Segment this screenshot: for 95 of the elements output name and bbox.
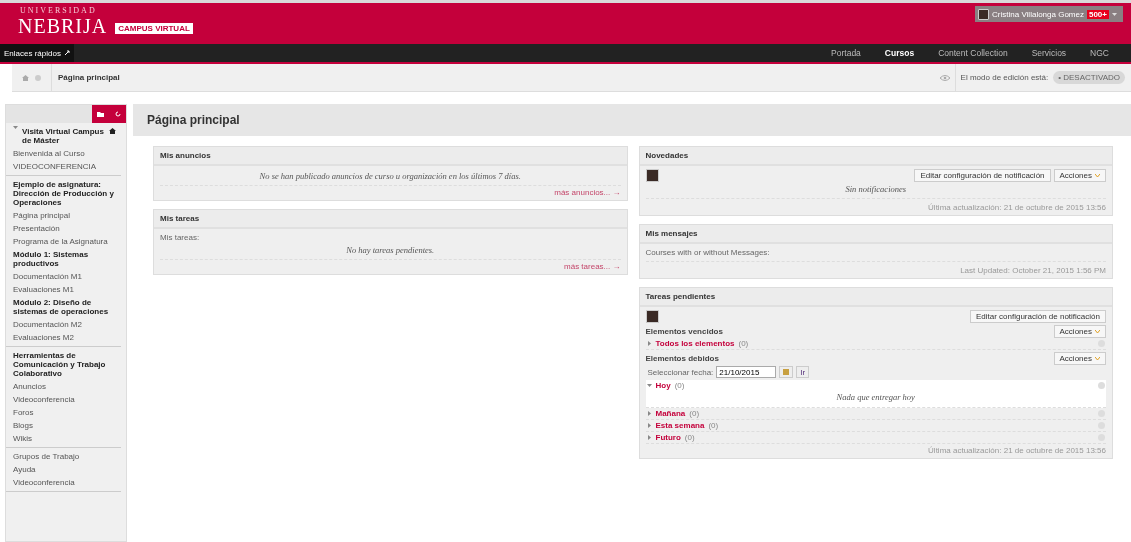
actions-button[interactable]: Acciones: [1053, 169, 1106, 182]
nav-tab[interactable]: Cursos: [872, 44, 927, 62]
notification-settings-button[interactable]: Editar configuración de notificación: [914, 169, 1051, 182]
section-title: Elementos debidos: [645, 354, 719, 363]
caret-icon: [13, 125, 18, 130]
module-intro: Courses with or without Messages:: [645, 247, 771, 259]
task-group-link[interactable]: Esta semana: [655, 421, 705, 430]
menu-link[interactable]: Evaluaciones M2: [13, 331, 116, 344]
go-button[interactable]: Ir: [796, 366, 810, 378]
date-label: Seleccionar fecha:: [647, 366, 714, 378]
empty-message: No hay tareas pendientes.: [345, 244, 436, 257]
empty-message: Nada que entregar hoy: [835, 391, 916, 404]
circle-icon[interactable]: [1098, 382, 1105, 389]
menu-heading[interactable]: Ejemplo de asignatura: Dirección de Producción y Operaciones: [13, 178, 116, 209]
menu-link[interactable]: Presentación: [13, 222, 116, 235]
edit-mode-label: El modo de edición está:: [954, 63, 1049, 92]
eye-icon: [939, 74, 950, 81]
logo-tag: CAMPUS VIRTUAL: [115, 22, 193, 34]
caret-icon: [646, 435, 652, 440]
empty-message: Sin notificaciones: [844, 183, 908, 196]
menu-link[interactable]: Evaluaciones M1: [13, 283, 116, 296]
quick-links[interactable]: Enlaces rápidos: [0, 44, 74, 62]
last-updated: Última actualización: 21 de octubre de 2015 13:56: [928, 202, 1106, 212]
folder-icon[interactable]: [97, 111, 105, 117]
task-group-link[interactable]: Futuro: [655, 433, 681, 442]
task-count: (0): [684, 433, 695, 442]
more-link[interactable]: más anuncios... →: [554, 188, 621, 197]
nav-tab[interactable]: Servicios: [1019, 44, 1079, 62]
more-link[interactable]: más tareas... →: [564, 262, 621, 271]
task-group-link[interactable]: Mañana: [655, 409, 686, 418]
chevron-icon: [1095, 356, 1100, 361]
task-row[interactable]: Futuro (0): [645, 432, 1106, 444]
user-menu[interactable]: Cristina Villalonga Gomez 500+: [975, 6, 1123, 22]
dropdown-icon: [1112, 12, 1117, 16]
task-row[interactable]: Hoy (0) Nada que entregar hoy: [645, 380, 1106, 408]
menu-link[interactable]: Bienvenida al Curso: [13, 147, 116, 160]
menu-link[interactable]: Grupos de Trabajo: [13, 450, 116, 463]
menu-link[interactable]: Videoconferencia: [13, 476, 116, 489]
task-row[interactable]: Mañana (0): [645, 408, 1106, 420]
actions-button[interactable]: Acciones: [1053, 325, 1106, 338]
menu-link[interactable]: VIDEOCONFERENCIA: [13, 160, 116, 173]
menu-heading[interactable]: Módulo 1: Sistemas productivos: [13, 248, 116, 270]
avatar-placeholder: [645, 310, 659, 323]
last-updated: Last Updated: October 21, 2015 1:56 PM: [960, 265, 1106, 275]
course-title[interactable]: Visita Virtual Campus de Máster: [22, 125, 105, 147]
actions-button[interactable]: Acciones: [1053, 352, 1106, 365]
task-count: (0): [738, 339, 749, 348]
menu-link[interactable]: Documentación M1: [13, 270, 116, 283]
avatar-placeholder: [645, 169, 659, 182]
refresh-icon[interactable]: [114, 111, 121, 117]
nav-tab[interactable]: Content Collection: [926, 44, 1020, 62]
module-intro: Mis tareas:: [160, 232, 201, 243]
last-updated: Última actualización: 21 de octubre de 2015 13:56: [927, 445, 1106, 455]
task-group-link[interactable]: Todos los elementos: [655, 339, 735, 348]
task-count: (0): [674, 381, 685, 390]
menu-link[interactable]: Wikis: [13, 432, 116, 445]
home-icon[interactable]: [109, 128, 116, 134]
avatar-placeholder: [978, 8, 990, 20]
menu-link[interactable]: Programa de la Asignatura: [13, 235, 116, 248]
edit-mode-toggle[interactable]: • DESACTIVADO: [1053, 71, 1125, 84]
menu-link[interactable]: Blogs: [13, 419, 116, 432]
caret-icon: [646, 423, 652, 428]
task-count: (0): [689, 409, 700, 418]
circle-icon[interactable]: [35, 74, 41, 81]
task-row[interactable]: Todos los elementos (0): [645, 338, 1106, 350]
menu-link[interactable]: Foros: [13, 406, 116, 419]
logo-subtitle: UNIVERSIDAD: [20, 6, 98, 15]
calendar-icon: [783, 369, 790, 375]
menu-link[interactable]: Ayuda: [13, 463, 116, 476]
task-row[interactable]: Esta semana (0): [645, 420, 1106, 432]
menu-link[interactable]: Documentación M2: [13, 318, 116, 331]
notification-badge: 500+: [1086, 9, 1109, 19]
menu-link[interactable]: Página principal: [13, 209, 116, 222]
page-title: Página principal: [147, 113, 240, 127]
calendar-button[interactable]: [779, 366, 794, 378]
caret-icon: [646, 383, 652, 388]
menu-link[interactable]: Videoconferencia: [13, 393, 116, 406]
breadcrumb-current: Página principal: [57, 73, 120, 82]
nav-tab[interactable]: NGC: [1078, 44, 1121, 62]
caret-icon: [646, 411, 652, 416]
menu-heading[interactable]: Módulo 2: Diseño de sistemas de operaciones: [13, 296, 116, 318]
task-count: (0): [708, 421, 719, 430]
caret-icon: [646, 341, 652, 346]
logo-text[interactable]: NEBRIJA: [18, 15, 108, 37]
chevron-icon: [1095, 173, 1100, 178]
date-field[interactable]: 21/10/2015: [716, 366, 777, 378]
menu-heading[interactable]: Herramientas de Comunicación y Trabajo Colaborativo: [13, 349, 116, 380]
chevron-icon: [1095, 329, 1100, 334]
section-title: Elementos vencidos: [645, 327, 723, 336]
link-icon: [63, 50, 70, 56]
nav-tab[interactable]: Portada: [819, 44, 873, 62]
task-group-link[interactable]: Hoy: [655, 381, 671, 390]
empty-message: No se han publicado anuncios de curso u organización en los últimos 7 días.: [258, 170, 522, 183]
notification-settings-button[interactable]: Editar configuración de notificación: [969, 310, 1106, 323]
menu-link[interactable]: Anuncios: [13, 380, 116, 393]
